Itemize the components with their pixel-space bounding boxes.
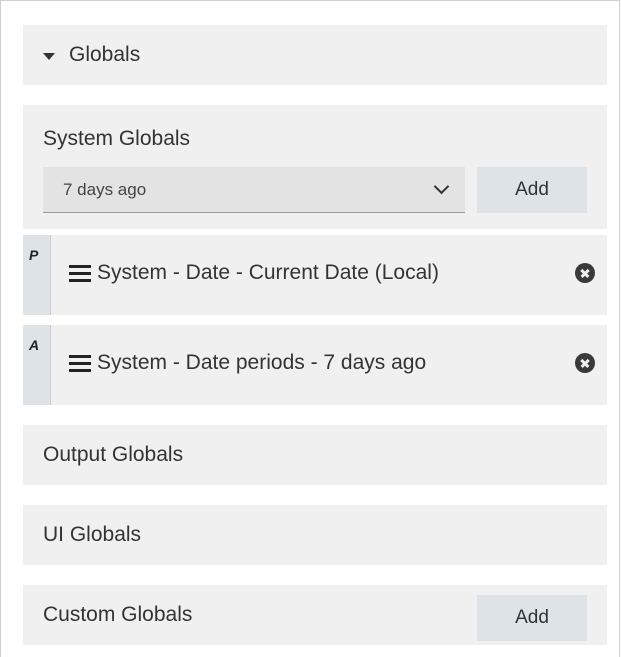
global-item-label: System - Date - Current Date (Local) [97, 261, 439, 284]
item-tag: P [23, 235, 51, 315]
select-value: 7 days ago [63, 180, 147, 199]
ui-globals-title: UI Globals [43, 523, 142, 546]
custom-globals-section: Custom Globals Add [23, 585, 607, 645]
global-item-label: System - Date periods - 7 days ago [97, 351, 427, 374]
system-globals-select[interactable]: 7 days ago [43, 167, 465, 213]
drag-handle-icon[interactable] [69, 355, 91, 373]
global-item: A System - Date periods - 7 days ago [23, 325, 607, 405]
caret-down-icon [43, 53, 55, 60]
remove-icon[interactable] [575, 353, 595, 373]
item-tag-letter: A [29, 337, 40, 353]
system-globals-section: System Globals 7 days ago Add [23, 105, 607, 229]
output-globals-section[interactable]: Output Globals [23, 425, 607, 485]
chevron-down-icon [433, 178, 450, 195]
output-globals-title: Output Globals [43, 443, 184, 466]
custom-globals-title: Custom Globals [43, 603, 193, 626]
item-tag: A [23, 325, 51, 405]
add-system-global-button[interactable]: Add [477, 167, 587, 213]
add-custom-global-button[interactable]: Add [477, 595, 587, 641]
globals-title: Globals [69, 43, 141, 66]
global-item: P System - Date - Current Date (Local) [23, 235, 607, 315]
drag-handle-icon[interactable] [69, 265, 91, 283]
item-tag-letter: P [29, 247, 39, 263]
system-globals-title: System Globals [43, 127, 191, 150]
globals-panel: Globals System Globals 7 days ago Add P … [0, 0, 620, 657]
ui-globals-section[interactable]: UI Globals [23, 505, 607, 565]
remove-icon[interactable] [575, 263, 595, 283]
globals-toggle[interactable]: Globals [23, 25, 607, 85]
